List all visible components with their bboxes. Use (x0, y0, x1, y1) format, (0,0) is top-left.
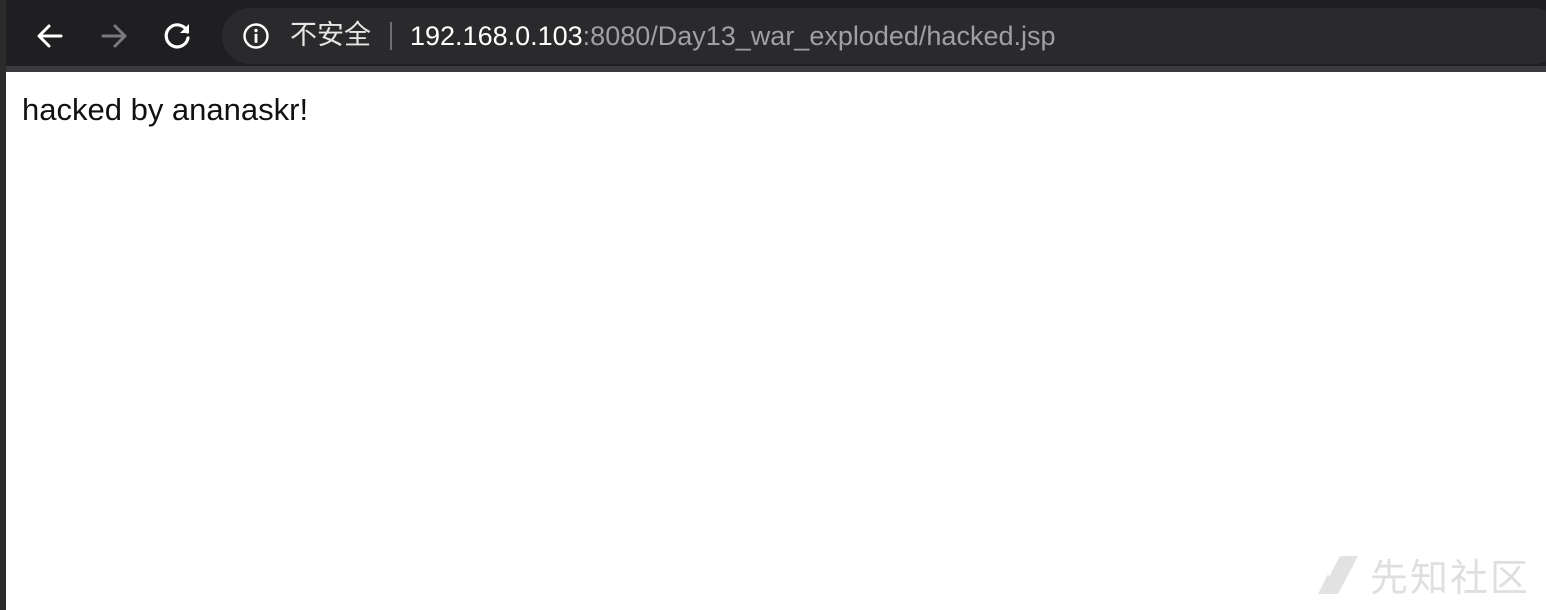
omnibox-divider (390, 22, 392, 50)
watermark-text: 先知社区 (1369, 556, 1530, 600)
watermark: 先知社区 (1316, 547, 1530, 602)
url-host: 192.168.0.103 (410, 21, 583, 51)
security-status-label[interactable]: 不安全 (290, 8, 371, 64)
page-body-text: hacked by ananaskr! (22, 92, 309, 127)
xianzhi-logo-icon (1317, 555, 1358, 594)
info-circle-icon[interactable] (242, 22, 270, 50)
forward-button[interactable] (92, 14, 136, 58)
arrow-left-icon (37, 24, 63, 48)
reload-button[interactable] (156, 14, 200, 58)
url-text[interactable]: 192.168.0.103:8080/Day13_war_exploded/ha… (410, 8, 1056, 64)
url-path: :8080/Day13_war_exploded/hacked.jsp (582, 21, 1056, 51)
browser-toolbar: 不安全 192.168.0.103:8080/Day13_war_explode… (0, 0, 1546, 72)
address-bar[interactable]: 不安全 192.168.0.103:8080/Day13_war_explode… (222, 8, 1546, 64)
back-button[interactable] (28, 14, 72, 58)
browser-window: 不安全 192.168.0.103:8080/Day13_war_explode… (0, 0, 1546, 610)
reload-icon (164, 23, 190, 49)
page-content: hacked by ananaskr! 先知社区 (6, 72, 1546, 610)
arrow-right-icon (101, 24, 127, 48)
